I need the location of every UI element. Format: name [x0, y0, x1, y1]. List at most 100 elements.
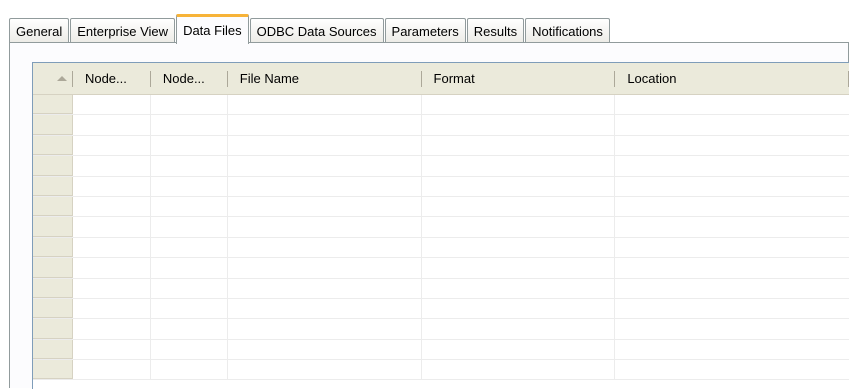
table-cell[interactable] — [151, 319, 228, 339]
table-cell[interactable] — [422, 360, 616, 380]
table-row[interactable] — [33, 135, 849, 157]
row-index-cell[interactable] — [33, 196, 73, 217]
table-cell[interactable] — [73, 95, 151, 115]
table-cell[interactable] — [228, 360, 422, 380]
row-index-header[interactable] — [33, 63, 73, 94]
table-row[interactable] — [33, 258, 849, 279]
table-cell[interactable] — [615, 177, 849, 196]
table-cell[interactable] — [151, 237, 228, 258]
column-header-format[interactable]: Format — [422, 63, 616, 94]
row-index-cell[interactable] — [33, 115, 73, 135]
table-cell[interactable] — [228, 258, 422, 278]
table-cell[interactable] — [228, 339, 422, 360]
table-cell[interactable] — [422, 298, 616, 319]
table-cell[interactable] — [73, 319, 151, 339]
table-cell[interactable] — [228, 156, 422, 176]
table-cell[interactable] — [422, 258, 616, 278]
table-cell[interactable] — [73, 278, 151, 298]
table-row[interactable] — [33, 176, 849, 197]
table-cell[interactable] — [615, 115, 849, 134]
table-cell[interactable] — [228, 237, 422, 258]
table-cell[interactable] — [228, 319, 422, 339]
table-cell[interactable] — [73, 135, 151, 156]
row-index-cell[interactable] — [33, 298, 73, 319]
row-index-cell[interactable] — [33, 95, 73, 115]
column-header-node-2[interactable]: Node... — [151, 63, 228, 94]
table-cell[interactable] — [615, 258, 849, 277]
table-cell[interactable] — [73, 176, 151, 196]
table-row[interactable] — [33, 156, 849, 177]
table-cell[interactable] — [422, 237, 616, 258]
table-cell[interactable] — [228, 298, 422, 319]
table-cell[interactable] — [228, 95, 422, 115]
table-cell[interactable] — [228, 196, 422, 217]
tab-data-files[interactable]: Data Files — [176, 14, 249, 44]
table-cell[interactable] — [615, 360, 849, 379]
table-cell[interactable] — [151, 135, 228, 156]
tab-notifications[interactable]: Notifications — [525, 18, 610, 43]
table-cell[interactable] — [422, 278, 616, 298]
tab-results[interactable]: Results — [466, 18, 525, 43]
data-files-table[interactable]: Node... Node... File Name Format Locatio… — [32, 62, 849, 389]
table-cell[interactable] — [422, 115, 616, 135]
row-index-cell[interactable] — [33, 360, 73, 380]
table-cell[interactable] — [73, 237, 151, 258]
table-row[interactable] — [33, 237, 849, 259]
table-cell[interactable] — [228, 176, 422, 196]
column-separator[interactable] — [848, 71, 849, 87]
table-cell[interactable] — [151, 156, 228, 176]
row-index-cell[interactable] — [33, 258, 73, 278]
table-cell[interactable] — [73, 298, 151, 319]
table-cell[interactable] — [73, 196, 151, 217]
table-row[interactable] — [33, 360, 849, 381]
table-cell[interactable] — [422, 135, 616, 156]
table-cell[interactable] — [422, 176, 616, 196]
table-cell[interactable] — [73, 339, 151, 360]
table-cell[interactable] — [615, 156, 849, 175]
table-cell[interactable] — [151, 115, 228, 135]
table-cell[interactable] — [151, 258, 228, 278]
row-index-cell[interactable] — [33, 319, 73, 339]
table-cell[interactable] — [615, 197, 849, 216]
table-cell[interactable] — [228, 135, 422, 156]
table-cell[interactable] — [615, 340, 849, 359]
table-cell[interactable] — [73, 217, 151, 237]
table-row[interactable] — [33, 95, 849, 116]
table-cell[interactable] — [615, 238, 849, 257]
table-row[interactable] — [33, 278, 849, 299]
table-cell[interactable] — [151, 278, 228, 298]
table-cell[interactable] — [422, 196, 616, 217]
table-cell[interactable] — [615, 319, 849, 338]
row-index-cell[interactable] — [33, 156, 73, 176]
table-row[interactable] — [33, 196, 849, 218]
table-row[interactable] — [33, 298, 849, 320]
column-header-location[interactable]: Location — [615, 63, 849, 94]
table-cell[interactable] — [228, 115, 422, 135]
row-index-cell[interactable] — [33, 176, 73, 196]
row-index-cell[interactable] — [33, 278, 73, 298]
table-cell[interactable] — [422, 156, 616, 176]
table-row[interactable] — [33, 339, 849, 361]
table-cell[interactable] — [151, 176, 228, 196]
table-cell[interactable] — [151, 339, 228, 360]
tab-enterprise-view[interactable]: Enterprise View — [70, 18, 176, 43]
table-cell[interactable] — [151, 95, 228, 115]
tab-general[interactable]: General — [9, 18, 70, 43]
table-row[interactable] — [33, 319, 849, 340]
column-header-file-name[interactable]: File Name — [228, 63, 422, 94]
table-cell[interactable] — [151, 217, 228, 237]
row-index-cell[interactable] — [33, 135, 73, 156]
table-cell[interactable] — [615, 95, 849, 114]
table-cell[interactable] — [73, 258, 151, 278]
table-cell[interactable] — [151, 196, 228, 217]
table-row[interactable] — [33, 217, 849, 238]
table-row[interactable] — [33, 115, 849, 136]
row-index-cell[interactable] — [33, 217, 73, 237]
row-index-cell[interactable] — [33, 237, 73, 258]
table-cell[interactable] — [73, 156, 151, 176]
table-cell[interactable] — [422, 339, 616, 360]
table-cell[interactable] — [422, 95, 616, 115]
table-cell[interactable] — [422, 217, 616, 237]
table-cell[interactable] — [615, 136, 849, 155]
table-cell[interactable] — [151, 298, 228, 319]
